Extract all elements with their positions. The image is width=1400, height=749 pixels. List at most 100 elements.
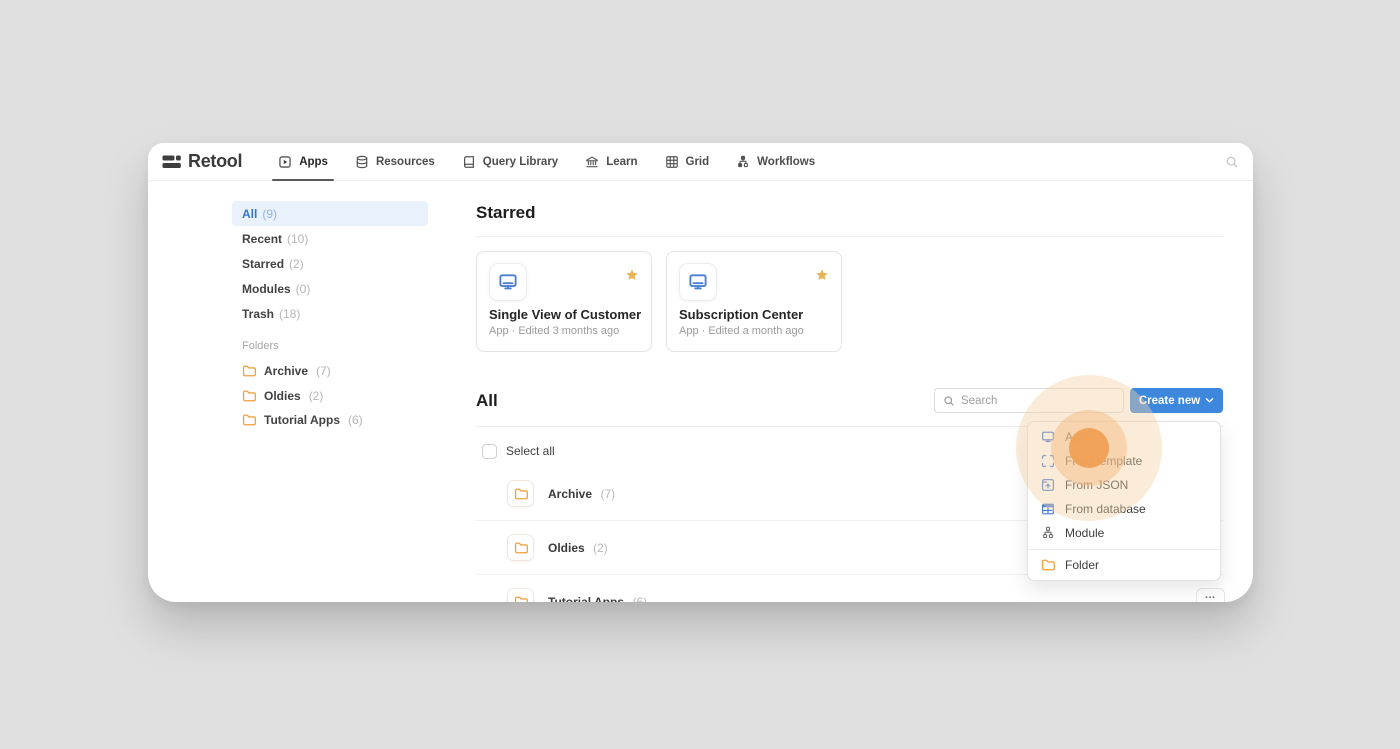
- sidebar-item-modules[interactable]: Modules (0): [232, 276, 428, 301]
- select-all-label: Select all: [506, 444, 555, 458]
- starred-cards: Single View of Customer App · Edited 3 m…: [476, 251, 1223, 352]
- app-card-subscription-center[interactable]: Subscription Center App · Edited a month…: [666, 251, 842, 352]
- tab-resources[interactable]: Resources: [355, 143, 435, 180]
- sidebar-item-label: All: [242, 207, 257, 221]
- folder-icon: [242, 413, 256, 427]
- sidebar-item-count: (10): [287, 232, 308, 246]
- folder-row-count: (6): [632, 595, 647, 603]
- sidebar-item-trash[interactable]: Trash (18): [232, 301, 428, 326]
- sidebar-item-starred[interactable]: Starred (2): [232, 251, 428, 276]
- folder-icon: [242, 364, 256, 378]
- app-card-title: Single View of Customer: [489, 307, 641, 322]
- sidebar: All (9) Recent (10) Starred (2) Modules …: [232, 201, 428, 433]
- star-icon[interactable]: [815, 268, 829, 282]
- logo-text: Retool: [188, 151, 242, 172]
- search-icon: [943, 395, 955, 407]
- menu-item-label: App: [1065, 430, 1086, 444]
- menu-divider: [1028, 549, 1220, 550]
- tab-workflows-label: Workflows: [757, 156, 815, 168]
- grid-icon: [665, 155, 679, 169]
- retool-logo[interactable]: Retool: [162, 151, 242, 172]
- sidebar-item-label: Modules: [242, 282, 291, 296]
- menu-item-module[interactable]: Module: [1028, 521, 1220, 545]
- folder-count: (7): [316, 364, 331, 378]
- book-icon: [462, 155, 476, 169]
- star-icon[interactable]: [625, 268, 639, 282]
- all-section-header: All Create new: [476, 388, 1223, 413]
- tab-workflows[interactable]: Workflows: [736, 143, 815, 180]
- import-json-icon: [1041, 478, 1055, 492]
- app-card-meta: App · Edited 3 months ago: [489, 325, 619, 337]
- chevron-down-icon: [1205, 397, 1214, 404]
- search-input[interactable]: [961, 395, 1115, 407]
- monitor-icon: [1041, 430, 1055, 444]
- folder-row-count: (2): [593, 541, 608, 555]
- table-icon: [1041, 502, 1055, 516]
- bank-icon: [585, 155, 599, 169]
- folder-row-label: Archive: [548, 487, 592, 501]
- folder-icon-box: [507, 534, 534, 561]
- folder-label: Tutorial Apps: [264, 413, 340, 427]
- create-new-menu: App From template From JSON: [1027, 421, 1221, 581]
- template-corners-icon: [1041, 454, 1055, 468]
- tab-grid[interactable]: Grid: [665, 143, 710, 180]
- select-all-checkbox[interactable]: [482, 444, 497, 459]
- database-icon: [355, 155, 369, 169]
- module-icon: [1041, 526, 1055, 540]
- tab-resources-label: Resources: [376, 156, 435, 168]
- retool-logo-icon: [162, 154, 181, 170]
- menu-item-from-database[interactable]: From database: [1028, 497, 1220, 521]
- sidebar-item-recent[interactable]: Recent (10): [232, 226, 428, 251]
- search-box[interactable]: [934, 388, 1124, 413]
- menu-item-label: Folder: [1065, 558, 1099, 572]
- app-card-title: Subscription Center: [679, 307, 803, 322]
- tab-learn[interactable]: Learn: [585, 143, 637, 180]
- sidebar-folder-oldies[interactable]: Oldies (2): [232, 384, 428, 409]
- sidebar-item-label: Recent: [242, 232, 282, 246]
- tab-query-library[interactable]: Query Library: [462, 143, 558, 180]
- sidebar-item-all[interactable]: All (9): [232, 201, 428, 226]
- sidebar-folder-tutorial-apps[interactable]: Tutorial Apps (6): [232, 408, 428, 433]
- more-options-button[interactable]: …: [1196, 588, 1225, 602]
- folder-count: (6): [348, 413, 363, 427]
- app-icon-box: [679, 263, 717, 301]
- menu-item-label: From database: [1065, 502, 1146, 516]
- sidebar-item-count: (9): [262, 207, 277, 221]
- folders-header: Folders: [232, 340, 428, 352]
- sidebar-folder-archive[interactable]: Archive (7): [232, 359, 428, 384]
- top-nav: Retool Apps: [148, 143, 1253, 181]
- apps-icon: [278, 155, 292, 169]
- menu-item-label: Module: [1065, 526, 1104, 540]
- sidebar-item-label: Starred: [242, 257, 284, 271]
- menu-item-app[interactable]: App: [1028, 425, 1220, 449]
- tab-grid-label: Grid: [686, 156, 710, 168]
- app-card-meta: App · Edited a month ago: [679, 325, 804, 337]
- folder-label: Oldies: [264, 389, 301, 403]
- tab-apps-label: Apps: [299, 156, 328, 168]
- global-search-icon[interactable]: [1225, 155, 1239, 169]
- folder-row-label: Tutorial Apps: [548, 595, 624, 603]
- tab-query-library-label: Query Library: [483, 156, 558, 168]
- menu-item-from-template[interactable]: From template: [1028, 449, 1220, 473]
- menu-item-from-json[interactable]: From JSON: [1028, 473, 1220, 497]
- create-new-button[interactable]: Create new: [1130, 388, 1223, 413]
- folder-label: Archive: [264, 364, 308, 378]
- app-card-single-view-of-customer[interactable]: Single View of Customer App · Edited 3 m…: [476, 251, 652, 352]
- menu-item-label: From JSON: [1065, 478, 1128, 492]
- tab-apps[interactable]: Apps: [278, 143, 328, 180]
- sidebar-item-count: (0): [296, 282, 311, 296]
- workflow-icon: [736, 155, 750, 169]
- sidebar-item-label: Trash: [242, 307, 274, 321]
- folder-icon-box: [507, 588, 534, 602]
- folder-row-count: (7): [600, 487, 615, 501]
- sidebar-item-count: (2): [289, 257, 304, 271]
- menu-item-folder[interactable]: Folder: [1028, 553, 1220, 577]
- divider: [476, 236, 1223, 237]
- app-window: Retool Apps: [148, 143, 1253, 602]
- create-new-label: Create new: [1139, 395, 1200, 407]
- all-section-title: All: [476, 391, 498, 411]
- folder-icon: [1041, 558, 1055, 572]
- tab-learn-label: Learn: [606, 156, 637, 168]
- folder-row-label: Oldies: [548, 541, 585, 555]
- folder-count: (2): [309, 389, 324, 403]
